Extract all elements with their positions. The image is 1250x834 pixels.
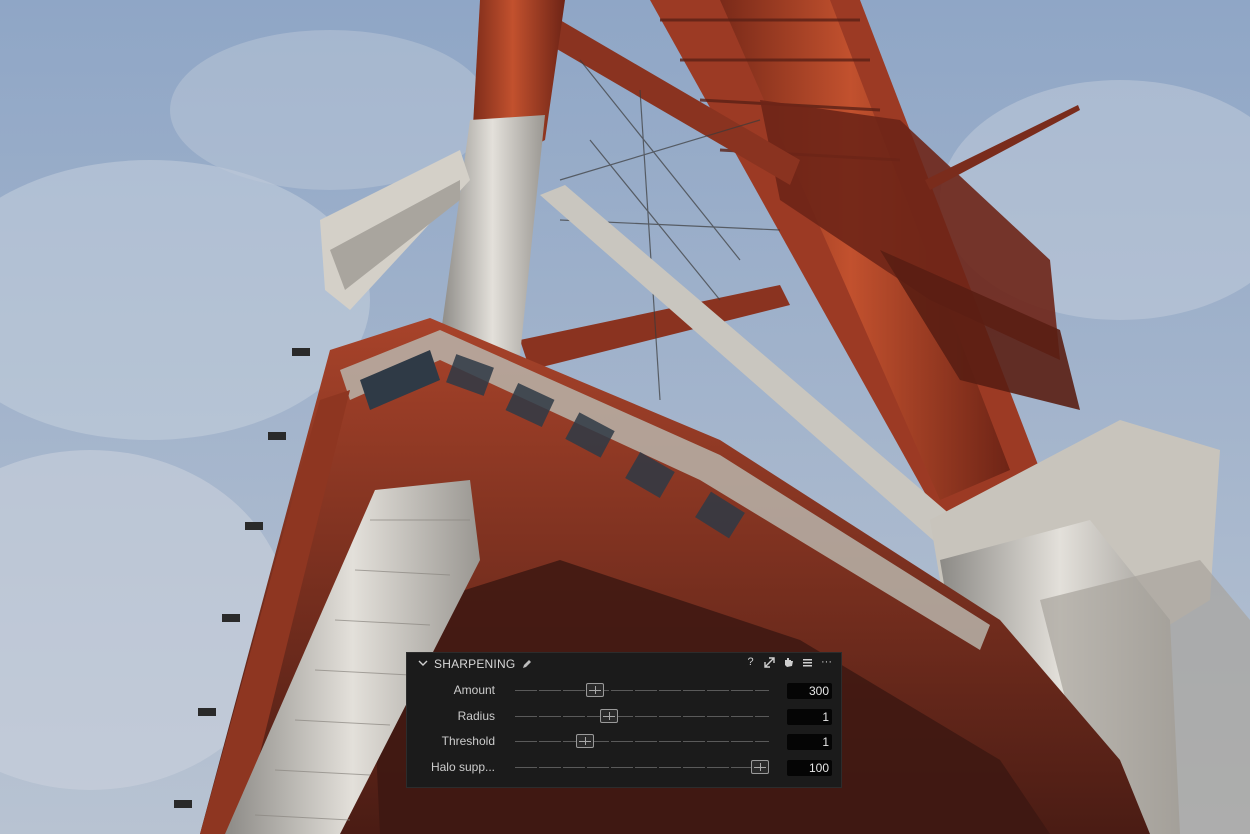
amount-label: Amount	[453, 683, 495, 697]
row-amount: Amount 300	[407, 680, 841, 702]
row-threshold: Threshold 1	[407, 731, 841, 753]
threshold-slider[interactable]	[515, 734, 769, 748]
halo-suppression-label: Halo supp...	[430, 760, 495, 774]
row-halo-suppression: Halo supp... 100	[407, 757, 841, 779]
help-icon[interactable]: ?	[744, 656, 757, 669]
radius-slider[interactable]	[515, 709, 769, 723]
radius-label: Radius	[457, 709, 495, 723]
panel-header: SHARPENING ? ···	[407, 653, 841, 675]
slider-track	[515, 767, 769, 768]
panel-title: SHARPENING	[434, 657, 516, 671]
halo-suppression-slider[interactable]	[515, 760, 769, 774]
radius-value[interactable]: 1	[787, 709, 832, 725]
slider-track	[515, 741, 769, 742]
slider-thumb[interactable]	[751, 760, 769, 774]
more-icon[interactable]: ···	[820, 656, 833, 669]
sharpening-panel: SHARPENING ? ··· Amount 300 Radius 1 Thr…	[406, 652, 842, 788]
amount-slider[interactable]	[515, 683, 769, 697]
pencil-icon[interactable]	[521, 657, 533, 669]
slider-thumb[interactable]	[585, 683, 604, 697]
slider-track	[515, 716, 769, 717]
threshold-value[interactable]: 1	[787, 734, 832, 750]
header-icons: ? ···	[744, 656, 833, 669]
slider-thumb[interactable]	[599, 709, 618, 723]
slider-track	[515, 690, 769, 691]
menu-icon[interactable]	[801, 656, 814, 669]
slider-thumb[interactable]	[576, 734, 595, 748]
row-radius: Radius 1	[407, 706, 841, 728]
halo-suppression-value[interactable]: 100	[787, 760, 832, 776]
expand-icon[interactable]	[763, 656, 776, 669]
collapse-chevron-icon[interactable]	[417, 657, 429, 669]
amount-value[interactable]: 300	[787, 683, 832, 699]
threshold-label: Threshold	[441, 734, 495, 748]
reset-icon[interactable]	[782, 656, 795, 669]
